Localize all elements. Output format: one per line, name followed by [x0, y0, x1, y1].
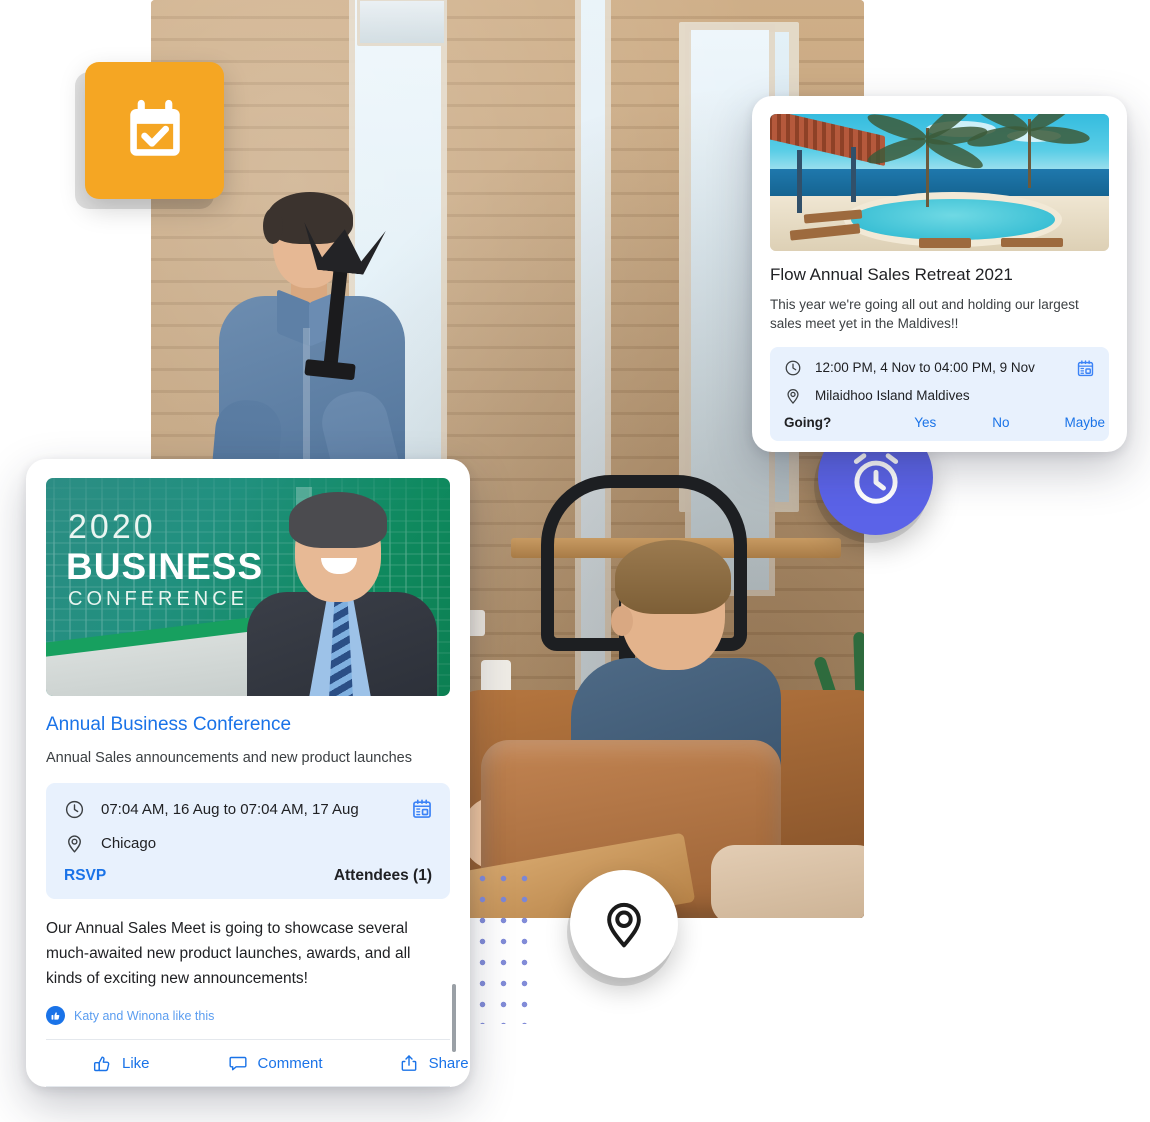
like-label: Like	[122, 1054, 150, 1072]
calendar-check-badge	[85, 62, 224, 199]
retreat-location-text: Milaidhoo Island Maldives	[815, 388, 970, 403]
banner-headline: BUSINESS	[66, 546, 264, 587]
retreat-title: Flow Annual Sales Retreat 2021	[770, 265, 1013, 284]
clock-icon	[784, 359, 802, 377]
calendar-check-icon	[122, 98, 188, 164]
rsvp-option-yes[interactable]: Yes	[914, 415, 936, 430]
conference-info-panel: 07:04 AM, 16 Aug to 07:04 AM, 17 Aug Chi…	[46, 783, 450, 899]
retreat-cover-image	[770, 114, 1109, 251]
share-button[interactable]: Share	[399, 1053, 469, 1073]
location-pin-icon	[784, 387, 802, 405]
share-icon	[399, 1053, 419, 1073]
likes-summary: Katy and Winona like this	[46, 1006, 450, 1025]
conference-location-text: Chicago	[101, 834, 157, 852]
conference-time-row: 07:04 AM, 16 Aug to 07:04 AM, 17 Aug	[64, 799, 432, 820]
retreat-location-row: Milaidhoo Island Maldives	[784, 387, 1095, 405]
comment-bubble-icon	[228, 1053, 248, 1073]
rsvp-option-maybe[interactable]: Maybe	[1065, 415, 1106, 430]
banner-year: 2020	[68, 508, 156, 546]
map-pin-icon	[597, 897, 651, 951]
illustration-stage: Flow Annual Sales Retreat 2021 This year…	[0, 0, 1150, 1122]
thumbs-up-badge-icon	[46, 1006, 65, 1025]
decorative-dot-grid-overlay	[470, 866, 540, 918]
conference-rsvp-row: RSVP Attendees (1)	[64, 867, 432, 885]
rsvp-button[interactable]: RSVP	[64, 867, 106, 885]
post-action-bar: Like Comment Share	[46, 1040, 469, 1086]
card-scrollbar[interactable]	[452, 984, 456, 1052]
banner-subline: CONFERENCE	[68, 588, 249, 610]
clock-icon	[64, 799, 85, 820]
location-pin-icon	[64, 833, 85, 854]
conference-subtitle: Annual Sales announcements and new produ…	[46, 750, 412, 766]
going-label: Going?	[784, 415, 832, 430]
add-to-calendar-icon[interactable]	[1076, 359, 1095, 378]
conference-body-text: Our Annual Sales Meet is going to showca…	[46, 920, 411, 987]
comment-button[interactable]: Comment	[228, 1053, 323, 1073]
thumbs-up-icon	[92, 1053, 112, 1073]
event-card-conference[interactable]: 2020 BUSINESS CONFERENCE Annual Business…	[26, 459, 470, 1087]
couch-cushion	[711, 845, 864, 918]
retreat-time-row: 12:00 PM, 4 Nov to 04:00 PM, 9 Nov	[784, 359, 1095, 377]
rsvp-option-no[interactable]: No	[992, 415, 1009, 430]
divider	[46, 1086, 450, 1087]
retreat-info-panel: 12:00 PM, 4 Nov to 04:00 PM, 9 Nov Milai…	[770, 347, 1109, 441]
comment-label: Comment	[257, 1054, 323, 1072]
attendees-count[interactable]: Attendees (1)	[334, 867, 432, 885]
location-pin-badge	[570, 870, 678, 978]
like-button[interactable]: Like	[92, 1053, 150, 1073]
retreat-time-text: 12:00 PM, 4 Nov to 04:00 PM, 9 Nov	[815, 360, 1035, 375]
conference-time-text: 07:04 AM, 16 Aug to 07:04 AM, 17 Aug	[101, 800, 359, 818]
conference-title[interactable]: Annual Business Conference	[46, 713, 450, 737]
speaker-portrait	[243, 492, 448, 696]
retreat-rsvp-row: Going? Yes No Maybe	[784, 415, 1105, 430]
event-card-retreat[interactable]: Flow Annual Sales Retreat 2021 This year…	[752, 96, 1127, 452]
conference-banner-image: 2020 BUSINESS CONFERENCE	[46, 478, 450, 696]
share-label: Share	[428, 1054, 469, 1072]
add-to-calendar-icon[interactable]	[411, 798, 433, 820]
alarm-clock-icon	[845, 447, 907, 509]
retreat-description: This year we're going all out and holdin…	[770, 297, 1079, 331]
conference-location-row: Chicago	[64, 833, 432, 854]
likes-text[interactable]: Katy and Winona like this	[74, 1009, 214, 1023]
